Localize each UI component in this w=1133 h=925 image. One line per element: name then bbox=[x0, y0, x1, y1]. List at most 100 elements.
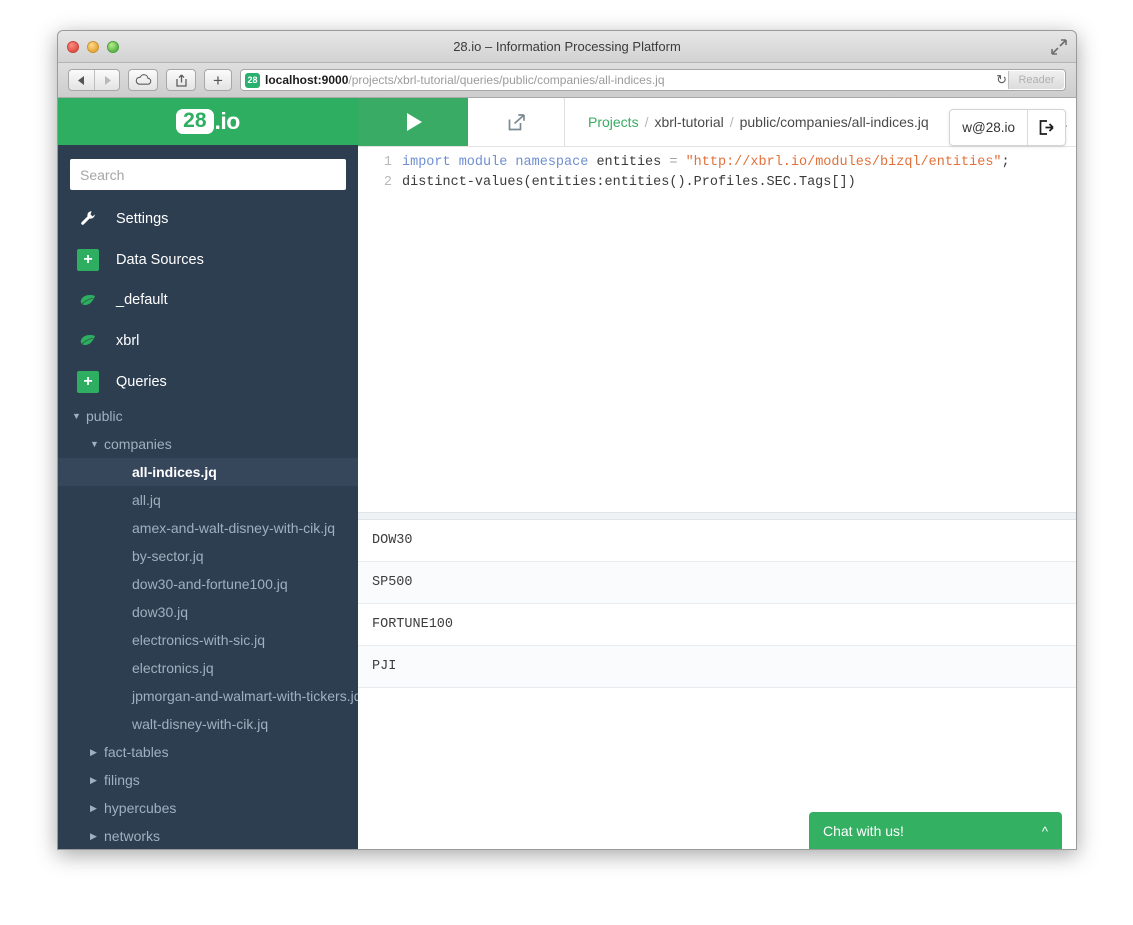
web-page-content: 28 .io Settings + Data Sources bbox=[58, 98, 1076, 849]
code-editor[interactable]: 1 import module namespace entities = "htt… bbox=[358, 147, 1076, 512]
result-row: DOW30 bbox=[358, 520, 1076, 562]
tree-item[interactable]: dow30-and-fortune100.jq bbox=[58, 570, 358, 598]
user-email-label: w@28.io bbox=[962, 120, 1015, 135]
tree-item[interactable]: dow30.jq bbox=[58, 598, 358, 626]
search-container bbox=[58, 145, 358, 198]
chevron-up-icon[interactable]: ^ bbox=[1042, 824, 1048, 839]
tree-item-label: amex-and-walt-disney-with-cik.jq bbox=[132, 520, 336, 536]
tree-item[interactable]: electronics.jq bbox=[58, 654, 358, 682]
breadcrumb-separator: / bbox=[729, 114, 734, 130]
result-value: FORTUNE100 bbox=[372, 617, 454, 632]
chevron-right-icon[interactable]: ▶ bbox=[90, 803, 104, 814]
query-tree: ▼ public ▼ companies all-indices.jq all.jq ame… bbox=[58, 402, 358, 849]
result-row: FORTUNE100 bbox=[358, 604, 1076, 646]
chevron-right-icon[interactable]: ▶ bbox=[90, 775, 104, 786]
url-path: /projects/xbrl-tutorial/queries/public/c… bbox=[348, 73, 665, 87]
wrench-icon bbox=[76, 210, 100, 227]
app-logo[interactable]: 28 .io bbox=[58, 98, 358, 146]
code-token-kw: import module namespace bbox=[402, 155, 589, 170]
tree-item-label: dow30.jq bbox=[132, 604, 189, 620]
leaf-icon bbox=[76, 334, 100, 347]
tree-item[interactable]: walt-disney-with-cik.jq bbox=[58, 710, 358, 738]
reload-icon[interactable]: ↻ bbox=[996, 72, 1007, 88]
tree-item[interactable]: by-sector.jq bbox=[58, 542, 358, 570]
chevron-right-icon[interactable]: ▶ bbox=[90, 831, 104, 842]
tree-item-label: by-sector.jq bbox=[132, 548, 204, 564]
sidebar-item-queries[interactable]: + Queries bbox=[58, 361, 358, 402]
window-title-bar: 28.io – Information Processing Platform bbox=[58, 31, 1076, 63]
run-query-button[interactable] bbox=[358, 98, 468, 146]
breadcrumb-project[interactable]: xbrl-tutorial bbox=[654, 114, 723, 130]
tree-item-label: hypercubes bbox=[104, 800, 177, 816]
results-panel: DOW30 SP500 FORTUNE100 PJI bbox=[358, 520, 1076, 849]
main-panel: Projects / xbrl-tutorial / public/compan… bbox=[358, 98, 1076, 849]
forward-arrow-icon[interactable] bbox=[94, 70, 119, 90]
sidebar-item-data-sources[interactable]: + Data Sources bbox=[58, 239, 358, 280]
panel-splitter[interactable] bbox=[358, 512, 1076, 520]
search-input[interactable] bbox=[70, 159, 346, 191]
back-arrow-icon[interactable] bbox=[69, 70, 94, 90]
tree-item[interactable]: ▶ hypercubes bbox=[58, 794, 358, 822]
sidebar: 28 .io Settings + Data Sources bbox=[58, 98, 358, 849]
result-value: SP500 bbox=[372, 575, 413, 590]
url-bar[interactable]: 28 localhost:9000/projects/xbrl-tutorial… bbox=[240, 69, 1066, 91]
nav-buttons bbox=[68, 69, 120, 91]
tree-item-label: public bbox=[86, 408, 123, 424]
chat-widget-label: Chat with us! bbox=[823, 823, 904, 839]
tree-item-selected[interactable]: all-indices.jq bbox=[58, 458, 358, 486]
user-account-popover: w@28.io bbox=[949, 109, 1066, 146]
breadcrumb-separator: / bbox=[644, 114, 649, 130]
traffic-lights bbox=[67, 41, 119, 53]
chevron-down-icon[interactable]: ▼ bbox=[72, 411, 86, 421]
code-text: import module namespace entities = "http… bbox=[402, 153, 1010, 173]
window-title: 28.io – Information Processing Platform bbox=[453, 39, 681, 54]
code-line: 2 distinct-values(entities:entities().Pro… bbox=[358, 173, 1076, 193]
chat-widget[interactable]: Chat with us! ^ bbox=[809, 812, 1062, 849]
minimize-window-button[interactable] bbox=[87, 41, 99, 53]
tree-item[interactable]: ▼ public bbox=[58, 402, 358, 430]
code-text: distinct-values(entities:entities().Prof… bbox=[402, 173, 856, 193]
sidebar-item-settings[interactable]: Settings bbox=[58, 198, 358, 239]
plus-square-icon: + bbox=[76, 370, 100, 393]
line-number: 1 bbox=[383, 155, 392, 170]
close-window-button[interactable] bbox=[67, 41, 79, 53]
sidebar-item-default-datasource[interactable]: _default bbox=[58, 280, 358, 321]
logout-icon[interactable] bbox=[1027, 110, 1065, 145]
tree-item[interactable]: all.jq bbox=[58, 486, 358, 514]
site-favicon: 28 bbox=[245, 72, 260, 88]
tree-item-label: walt-disney-with-cik.jq bbox=[132, 716, 269, 732]
chevron-right-icon[interactable]: ▶ bbox=[90, 747, 104, 758]
zoom-window-button[interactable] bbox=[107, 41, 119, 53]
breadcrumb: Projects / xbrl-tutorial / public/compan… bbox=[565, 98, 929, 146]
tree-item-label: networks bbox=[104, 828, 161, 844]
tree-item[interactable]: ▶ filings bbox=[58, 766, 358, 794]
sidebar-item-xbrl-datasource[interactable]: xbrl bbox=[58, 321, 358, 362]
tree-item-label: all.jq bbox=[132, 492, 161, 508]
tree-item[interactable]: ▶ networks bbox=[58, 822, 358, 849]
share-icon[interactable] bbox=[166, 69, 196, 91]
tree-item-label: all-indices.jq bbox=[132, 464, 217, 480]
tree-item[interactable]: ▼ companies bbox=[58, 430, 358, 458]
url-text: localhost:9000/projects/xbrl-tutorial/qu… bbox=[265, 73, 665, 87]
breadcrumb-projects[interactable]: Projects bbox=[588, 114, 639, 130]
sidebar-item-label: Data Sources bbox=[116, 251, 204, 268]
result-row: PJI bbox=[358, 646, 1076, 688]
logo-badge: 28 bbox=[176, 109, 214, 135]
code-token-plain: distinct-values(entities:entities().Prof… bbox=[402, 175, 856, 190]
share-query-button[interactable] bbox=[468, 98, 565, 146]
tree-item[interactable]: amex-and-walt-disney-with-cik.jq bbox=[58, 514, 358, 542]
fullscreen-expand-icon[interactable] bbox=[1050, 38, 1068, 56]
new-tab-button[interactable]: + bbox=[204, 69, 232, 91]
line-number: 2 bbox=[383, 175, 392, 190]
sidebar-item-label: Settings bbox=[116, 210, 169, 227]
tree-item[interactable]: electronics-with-sic.jq bbox=[58, 626, 358, 654]
result-row: SP500 bbox=[358, 562, 1076, 604]
chevron-down-icon[interactable]: ▼ bbox=[90, 439, 104, 449]
tree-item[interactable]: ▶ fact-tables bbox=[58, 738, 358, 766]
tree-item-label: filings bbox=[104, 772, 140, 788]
sidebar-item-label: xbrl bbox=[116, 332, 140, 349]
icloud-tabs-icon[interactable] bbox=[128, 69, 158, 91]
logo-tld: .io bbox=[214, 108, 241, 135]
tree-item[interactable]: jpmorgan-and-walmart-with-tickers.jq bbox=[58, 682, 358, 710]
reader-button[interactable]: Reader bbox=[1008, 71, 1064, 89]
